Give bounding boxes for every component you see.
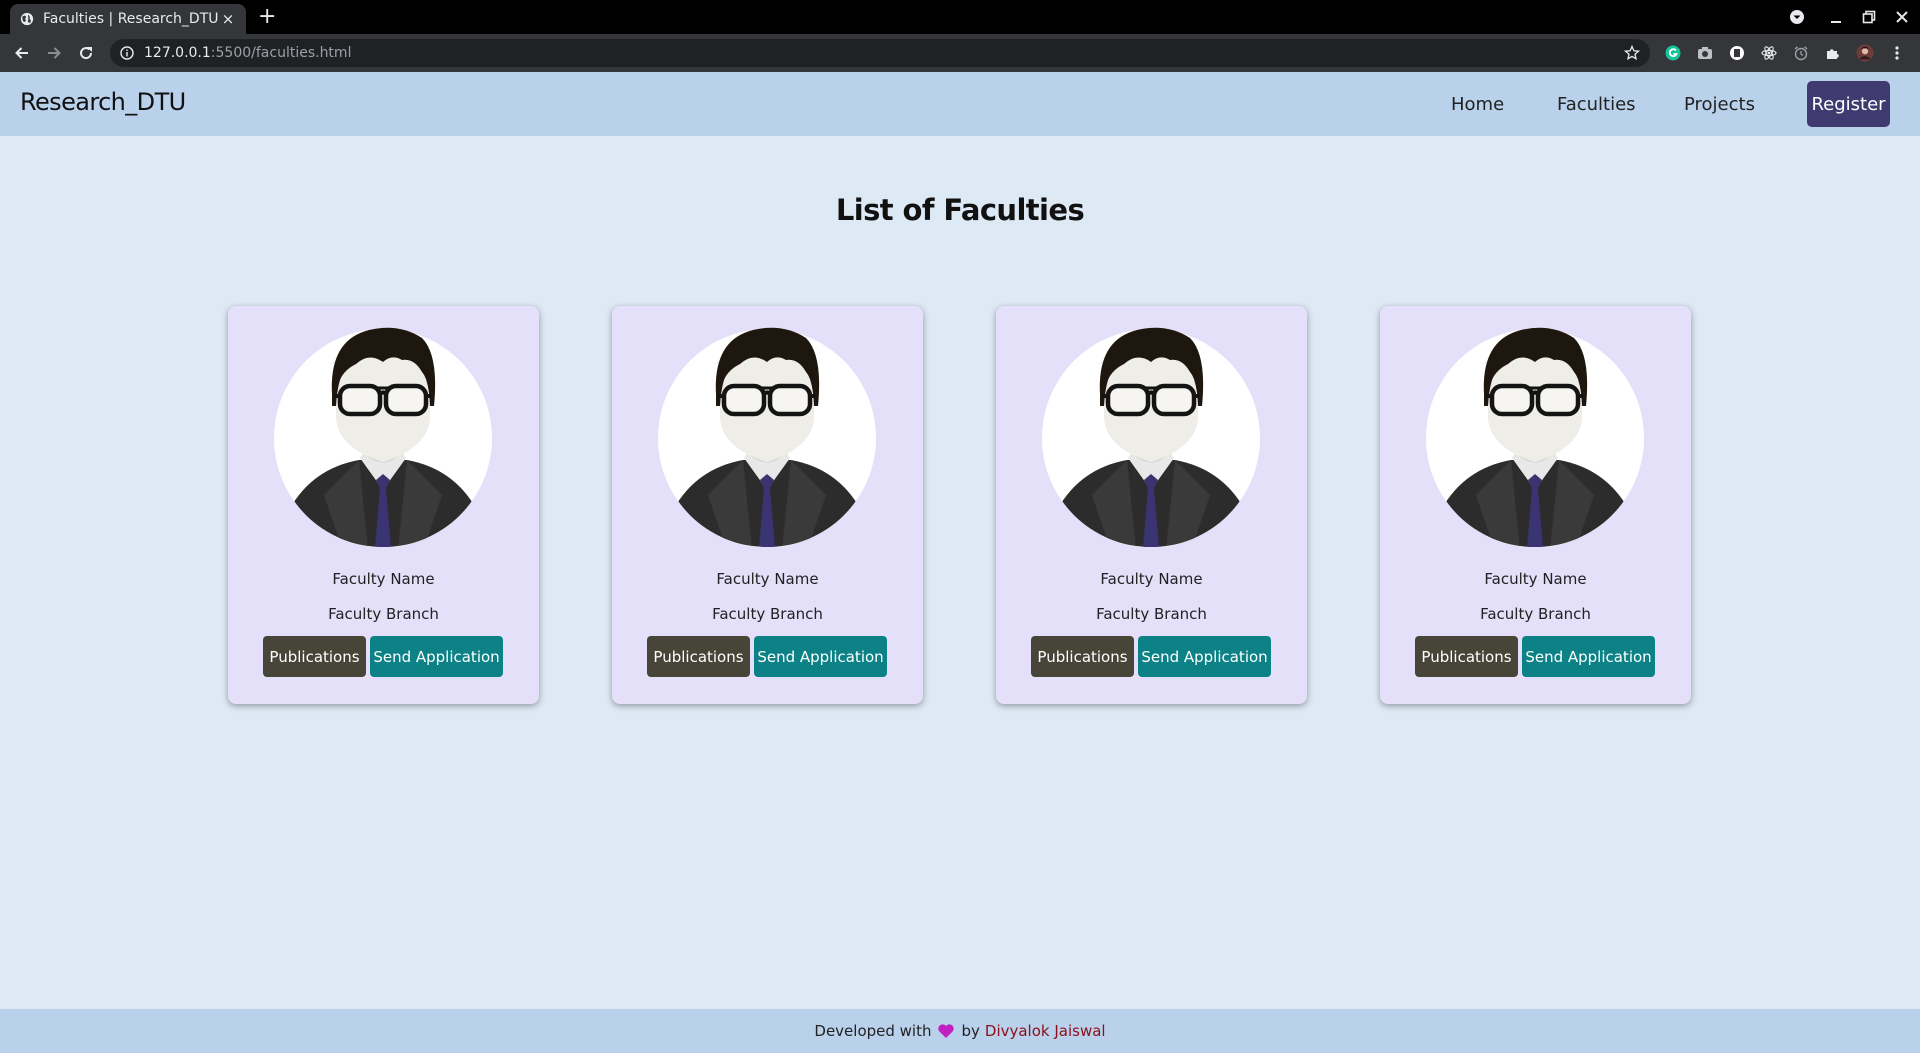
faculty-card: Faculty Name Faculty Branch Publications… <box>1380 306 1691 704</box>
star-icon[interactable] <box>1624 45 1640 61</box>
register-button[interactable]: Register <box>1807 81 1890 127</box>
send-application-button[interactable]: Send Application <box>1522 636 1655 677</box>
profile-avatar-icon[interactable] <box>1856 44 1874 62</box>
faculty-branch: Faculty Branch <box>1096 605 1207 623</box>
new-tab-button[interactable]: + <box>258 5 276 29</box>
minimize-icon[interactable] <box>1825 6 1847 28</box>
footer-by: by <box>961 1022 980 1040</box>
faculty-card: Faculty Name Faculty Branch Publications… <box>612 306 923 704</box>
faculty-avatar-icon <box>1042 327 1260 547</box>
nav-link-home[interactable]: Home <box>1451 94 1504 115</box>
faculty-card: Faculty Name Faculty Branch Publications… <box>228 306 539 704</box>
publications-button[interactable]: Publications <box>1415 636 1518 677</box>
tab-close-icon[interactable]: × <box>220 10 236 28</box>
browser-tab[interactable]: Faculties | Research_DTU × <box>10 4 246 34</box>
page-title: List of Faculties <box>835 193 1085 227</box>
publications-button[interactable]: Publications <box>647 636 750 677</box>
faculty-name: Faculty Name <box>332 570 435 588</box>
faculty-avatar-icon <box>274 327 492 547</box>
url-host: 127.0.0.1 <box>144 45 211 61</box>
faculty-card: Faculty Name Faculty Branch Publications… <box>996 306 1307 704</box>
tab-title: Faculties | Research_DTU <box>43 11 219 27</box>
restore-icon[interactable] <box>1858 6 1880 28</box>
extension-icon[interactable] <box>1728 44 1746 62</box>
info-icon[interactable] <box>120 46 134 60</box>
brand-logo[interactable]: Research_DTU <box>20 88 186 116</box>
heart-icon <box>938 1024 955 1038</box>
reload-icon[interactable] <box>75 42 97 64</box>
tab-search-icon[interactable] <box>1786 6 1808 28</box>
faculty-avatar-icon <box>1426 327 1644 547</box>
send-application-button[interactable]: Send Application <box>1138 636 1271 677</box>
react-devtools-icon[interactable] <box>1760 44 1778 62</box>
back-arrow-icon[interactable] <box>11 42 33 64</box>
faculty-branch: Faculty Branch <box>1480 605 1591 623</box>
browser-toolbar: 127.0.0.1:5500/faculties.html <box>0 34 1920 72</box>
globe-icon <box>20 12 34 26</box>
site-navbar: Research_DTU Home Faculties Projects Reg… <box>0 72 1920 136</box>
browser-tab-bar: Faculties | Research_DTU × + <box>0 0 1920 34</box>
nav-link-projects[interactable]: Projects <box>1684 94 1755 115</box>
publications-button[interactable]: Publications <box>263 636 366 677</box>
close-window-icon[interactable] <box>1891 6 1913 28</box>
site-footer: Developed with by Divyalok Jaiswal <box>0 1009 1920 1053</box>
author-link[interactable]: Divyalok Jaiswal <box>985 1022 1106 1040</box>
publications-button[interactable]: Publications <box>1031 636 1134 677</box>
faculty-branch: Faculty Branch <box>328 605 439 623</box>
url-text[interactable]: 127.0.0.1:5500/faculties.html <box>144 45 351 61</box>
grammarly-icon[interactable] <box>1664 44 1682 62</box>
menu-dots-icon[interactable] <box>1888 44 1906 62</box>
footer-prefix: Developed with <box>814 1022 932 1040</box>
send-application-button[interactable]: Send Application <box>754 636 887 677</box>
address-bar[interactable]: 127.0.0.1:5500/faculties.html <box>110 39 1650 67</box>
faculty-name: Faculty Name <box>1100 570 1203 588</box>
alarm-clock-icon[interactable] <box>1792 44 1810 62</box>
nav-link-faculties[interactable]: Faculties <box>1557 94 1636 115</box>
faculty-name: Faculty Name <box>716 570 819 588</box>
faculty-name: Faculty Name <box>1484 570 1587 588</box>
camera-icon[interactable] <box>1696 44 1714 62</box>
send-application-button[interactable]: Send Application <box>370 636 503 677</box>
faculty-avatar-icon <box>658 327 876 547</box>
puzzle-icon[interactable] <box>1824 44 1842 62</box>
url-path: :5500/faculties.html <box>210 45 352 61</box>
forward-arrow-icon[interactable] <box>43 42 65 64</box>
faculty-branch: Faculty Branch <box>712 605 823 623</box>
